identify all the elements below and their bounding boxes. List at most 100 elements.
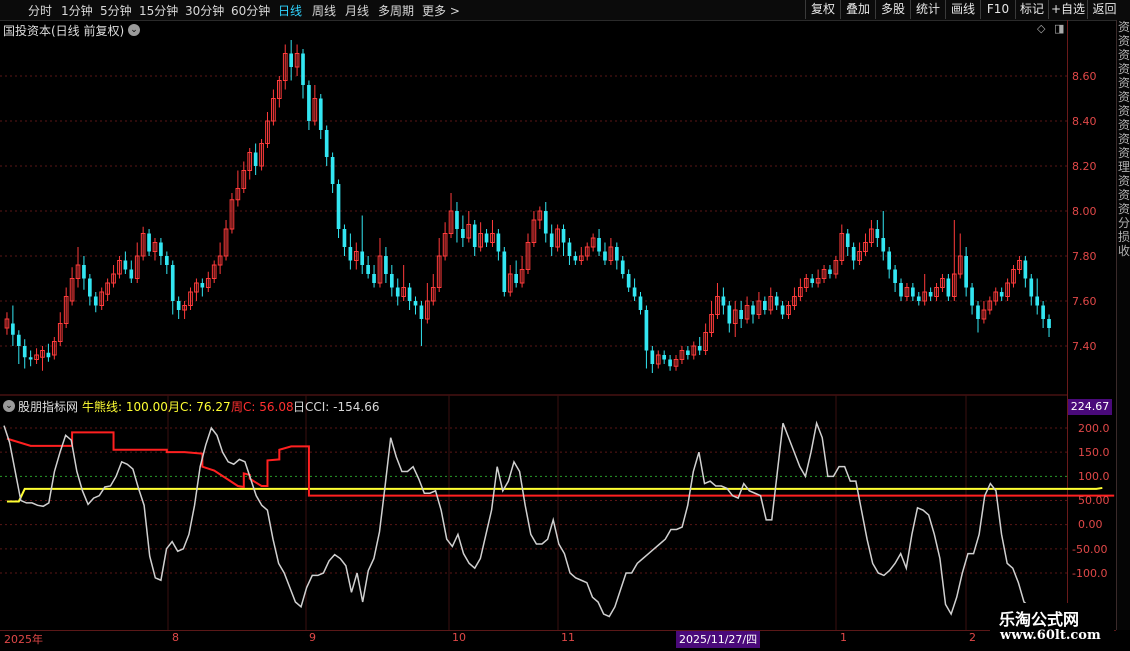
sidebar-char: 资 xyxy=(1117,188,1130,202)
candle-body xyxy=(472,224,477,247)
candle-body xyxy=(1041,305,1045,319)
week-c-line xyxy=(6,431,1115,497)
watermark-url: www.60lt.com xyxy=(1000,628,1101,643)
price-axis-label: 7.40 xyxy=(1072,340,1097,353)
price-axis-label: 8.60 xyxy=(1072,70,1097,83)
candle-body xyxy=(964,256,968,288)
indicator-axis-label: 100.0 xyxy=(1078,470,1110,483)
candle-body xyxy=(22,346,27,358)
indicator-name: 股朋指标网 xyxy=(18,400,79,414)
candle-body xyxy=(851,247,856,261)
day-cci-line xyxy=(3,420,1053,631)
chart-canvas[interactable] xyxy=(0,0,1116,650)
candle-body xyxy=(301,53,305,85)
candle-body xyxy=(123,260,128,270)
candle-body xyxy=(159,242,163,256)
bull-line-label: 牛熊线: 100.00 xyxy=(82,400,168,414)
window-icon[interactable]: ◨ xyxy=(1054,22,1064,35)
candle-body xyxy=(324,130,329,157)
candle-body xyxy=(342,229,347,247)
candle-body xyxy=(976,305,980,319)
candle-body xyxy=(170,265,175,301)
sidebar-char: 资 xyxy=(1117,104,1130,118)
candle-body xyxy=(496,233,501,252)
current-value-badge: 224.67 xyxy=(1068,399,1112,415)
candle-body xyxy=(455,211,459,229)
time-label: 10 xyxy=(452,631,466,644)
candle-body xyxy=(893,269,897,283)
indicator-axis-label: 150.0 xyxy=(1078,446,1110,459)
candle-body xyxy=(407,287,412,301)
candle-body xyxy=(970,287,974,306)
indicator-axis-label: -50.00 xyxy=(1072,543,1108,556)
time-label: 2025年 xyxy=(4,633,43,646)
time-label: 1 xyxy=(840,631,847,644)
candle-body xyxy=(999,292,1004,297)
candle-body xyxy=(253,152,258,166)
candle-body xyxy=(662,355,667,360)
sidebar-char: 资 xyxy=(1117,34,1130,48)
candle-body xyxy=(129,269,134,279)
candle-body xyxy=(360,251,365,265)
candle-body xyxy=(828,269,832,274)
candle-body xyxy=(461,229,465,238)
candle-body xyxy=(739,310,743,319)
candle-body xyxy=(632,287,637,297)
candle-body xyxy=(928,292,933,297)
candle-body xyxy=(389,274,394,288)
candle-body xyxy=(686,350,690,355)
diamond-icon[interactable]: ◇ xyxy=(1037,22,1045,35)
indicator-lines xyxy=(3,420,1115,631)
time-label: 9 xyxy=(309,631,316,644)
candle-body xyxy=(307,85,311,121)
candle-body xyxy=(514,274,518,283)
time-label: 2 xyxy=(969,631,976,644)
indicator-axis-label: 0.00 xyxy=(1078,518,1103,531)
candle-body xyxy=(810,278,815,283)
indicator-menu-icon[interactable]: ⌄ xyxy=(3,400,15,412)
candle-body xyxy=(875,229,880,238)
candle-body xyxy=(1035,296,1040,306)
indicator-grid xyxy=(0,395,1067,630)
candle-body xyxy=(82,265,86,279)
candle-body xyxy=(164,256,169,265)
time-label: 8 xyxy=(172,631,179,644)
candle-body xyxy=(620,260,625,274)
price-axis-label: 8.00 xyxy=(1072,205,1097,218)
candle-body xyxy=(567,242,572,256)
stock-title: 国投资本(日线 前复权) xyxy=(3,22,124,39)
stock-title-text: 国投资本(日线 前复权) xyxy=(3,24,125,38)
price-axis-label: 7.60 xyxy=(1072,295,1097,308)
candle-body xyxy=(881,238,886,252)
candle-body xyxy=(763,301,767,310)
candle-body xyxy=(774,296,779,306)
sidebar-char: 分 xyxy=(1117,216,1130,230)
candle-body xyxy=(911,287,915,297)
candle-body xyxy=(845,233,850,247)
candle-body xyxy=(330,157,335,184)
candle-body xyxy=(289,53,293,67)
candle-body xyxy=(573,256,578,261)
candle-body xyxy=(780,305,785,315)
candle-body xyxy=(46,352,51,358)
indicator-axis-label: -100.0 xyxy=(1072,567,1108,580)
sidebar-char: 理 xyxy=(1117,160,1130,174)
candle-body xyxy=(147,233,151,252)
candle-body xyxy=(597,238,601,252)
candle-body xyxy=(1029,278,1034,297)
candle-body xyxy=(721,296,726,306)
candle-body xyxy=(1047,319,1051,328)
candle-body xyxy=(176,301,181,310)
candle-body xyxy=(614,247,619,261)
chevron-down-icon[interactable]: ⌄ xyxy=(128,24,140,36)
candle-body xyxy=(502,251,507,292)
time-label: 11 xyxy=(561,631,575,644)
candle-body xyxy=(16,334,21,346)
candle-body xyxy=(668,359,672,367)
price-axis-label: 8.20 xyxy=(1072,160,1097,173)
candle-body xyxy=(413,301,418,306)
sidebar-char: 收 xyxy=(1117,244,1130,258)
price-axis-label: 8.40 xyxy=(1072,115,1097,128)
candle-body xyxy=(395,287,400,297)
info-sidebar[interactable]: 资 资 资 资 资 资 资 资 资 资 理 资 资 资 分 损 收 xyxy=(1116,20,1130,630)
